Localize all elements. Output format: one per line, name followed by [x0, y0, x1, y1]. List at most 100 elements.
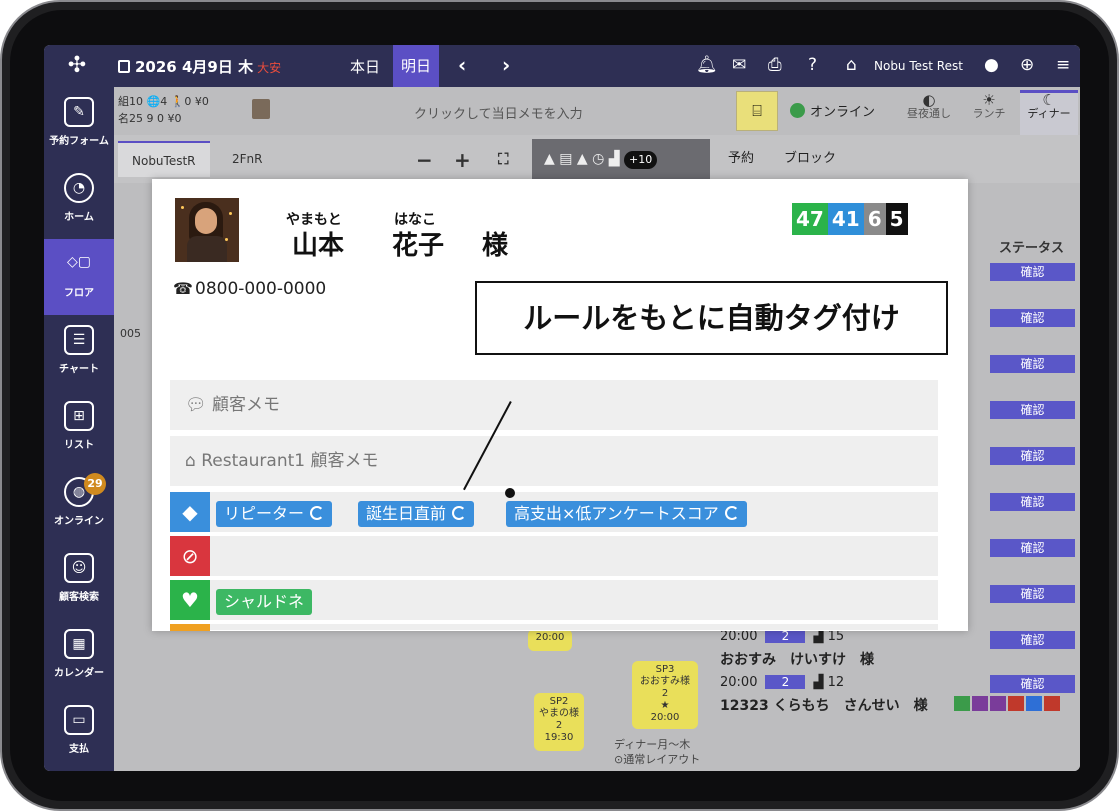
- edit-icon: ✎: [64, 97, 94, 127]
- tab-floor-2[interactable]: 2FnR: [218, 141, 276, 177]
- globe-icon: [790, 103, 805, 118]
- menu-icon[interactable]: ≡: [1056, 55, 1070, 75]
- photo-light: [181, 206, 184, 209]
- fit-screen-icon[interactable]: ⛶: [498, 150, 509, 168]
- confirm-badge[interactable]: 確認: [990, 401, 1075, 419]
- prev-day-button[interactable]: ‹: [458, 53, 466, 77]
- refresh-icon: [724, 506, 739, 520]
- globe-icon: [954, 696, 970, 711]
- guest-name[interactable]: おおすみ けいすけ 様: [720, 649, 874, 669]
- sidebar-item-payment[interactable]: ▭ 支払: [44, 695, 114, 771]
- confirm-badge[interactable]: 確認: [990, 631, 1075, 649]
- floor-table[interactable]: 20:00: [528, 629, 572, 651]
- floor-icon: ◇▢: [67, 254, 91, 270]
- tag-chip[interactable]: リピーター: [216, 501, 333, 527]
- guest-name[interactable]: 12323 くらもち さんせい 様: [720, 695, 928, 715]
- heart-icon: ♥: [170, 580, 210, 620]
- confirm-badge[interactable]: 確認: [990, 447, 1075, 465]
- presentation-icon[interactable]: ⌸: [736, 91, 778, 131]
- score-rank: 5: [885, 203, 908, 235]
- tab-reservation[interactable]: 予約: [728, 147, 754, 166]
- star-icon: ★: [660, 700, 670, 711]
- mode-dinner[interactable]: ☾ ディナー: [1020, 90, 1078, 135]
- people-count: 2: [765, 629, 806, 643]
- date-text: 2026 4月9日 木: [135, 58, 254, 76]
- print-icon[interactable]: ⎙: [768, 55, 782, 75]
- confirm-badge[interactable]: 確認: [990, 493, 1075, 511]
- sidebar-item-online[interactable]: ◍ オンライン 29: [44, 467, 114, 543]
- layout-name: ディナー月〜木: [614, 738, 691, 751]
- sidebar-item-customer-search[interactable]: ☺ 顧客検索: [44, 543, 114, 619]
- floor-table[interactable]: SP2 やまの様 2 19:30: [534, 693, 584, 751]
- confirm-badge[interactable]: 確認: [990, 309, 1075, 327]
- sidebar-item-reservation-form[interactable]: ✎ 予約フォーム: [44, 87, 114, 163]
- broken-heart-icon: ♥: [170, 624, 210, 631]
- tag-chip[interactable]: 誕生日直前: [358, 501, 475, 527]
- refresh-icon: [310, 506, 325, 520]
- confirm-badge[interactable]: 確認: [990, 539, 1075, 557]
- app-logo-icon[interactable]: ✣: [64, 54, 90, 78]
- mode-all-day[interactable]: ◐ 昼夜通し: [900, 93, 958, 121]
- tag-chip[interactable]: 高支出×低アンケートスコア: [506, 501, 747, 527]
- tags-row: ◆ リピーター 誕生日直前 高支出×低アンケートスコア: [170, 492, 938, 532]
- annotation-callout: ルールをもとに自動タグ付け: [475, 281, 948, 355]
- sidebar-item-floor[interactable]: ◇▢ フロア: [44, 239, 114, 315]
- tomorrow-button[interactable]: 明日: [393, 45, 439, 87]
- confirm-badge[interactable]: 確認: [990, 355, 1075, 373]
- mode-lunch[interactable]: ☀ ランチ: [960, 93, 1018, 121]
- account-icon[interactable]: ●: [984, 55, 999, 75]
- no-smoking-icon: [1008, 696, 1024, 711]
- confirm-badge[interactable]: 確認: [990, 585, 1075, 603]
- floor-tabs-bar: NobuTestR 2FnR − + ⛶ ▲ ▤ ▲ ◷ ▟ +10 予約 ブロ…: [114, 135, 1080, 183]
- sidebar-item-list[interactable]: ⊞ リスト: [44, 391, 114, 467]
- sidebar-item-chart[interactable]: ☰ チャート: [44, 315, 114, 391]
- calendar-icon: [118, 60, 130, 73]
- blacklist-row[interactable]: ⊘: [170, 536, 938, 576]
- today-button[interactable]: 本日: [350, 56, 380, 77]
- bell-icon[interactable]: 🔔︎: [696, 55, 718, 75]
- status-column-header: ステータス: [999, 241, 1065, 256]
- like-chip[interactable]: シャルドネ: [216, 589, 313, 615]
- memo-label: 顧客メモ: [212, 395, 280, 415]
- mail-icon: [990, 696, 1006, 711]
- last-name: 山本: [292, 231, 345, 261]
- table-time: 19:30: [544, 732, 574, 743]
- customer-card-icon: ☺: [64, 553, 94, 583]
- phone-icon: ☎: [173, 279, 193, 298]
- restaurant-memo-field[interactable]: ⌂ Restaurant1 顧客メモ: [170, 436, 938, 486]
- next-day-button[interactable]: ›: [502, 53, 510, 77]
- mode-label: ランチ: [972, 107, 1006, 120]
- tab-floor-1[interactable]: NobuTestR: [118, 141, 210, 177]
- zoom-in-button[interactable]: +: [454, 148, 471, 172]
- restaurant-name[interactable]: Nobu Test Rest: [874, 59, 963, 73]
- tag-label: 高支出×低アンケートスコア: [514, 504, 719, 523]
- zoom-out-button[interactable]: −: [416, 148, 433, 172]
- sidebar-label: 顧客検索: [59, 592, 99, 603]
- table-time: 20:00: [650, 712, 680, 723]
- sidebar-item-calendar[interactable]: ▦ カレンダー: [44, 619, 114, 695]
- confirm-badge[interactable]: 確認: [990, 675, 1075, 693]
- language-icon[interactable]: ⊕: [1020, 55, 1034, 75]
- online-count-badge: 29: [84, 473, 106, 495]
- table-text: 15: [827, 629, 845, 644]
- score-survey: 6: [863, 203, 886, 235]
- online-toggle[interactable]: オンライン: [790, 101, 875, 120]
- table-view-options[interactable]: ▲ ▤ ▲ ◷ ▟ +10: [532, 139, 710, 179]
- daily-memo-input[interactable]: クリックして当日メモを入力: [414, 103, 583, 122]
- floor-table[interactable]: SP3 おおすみ様 2 ★ 20:00: [632, 661, 698, 729]
- speech-bubble-icon: 💬︎: [185, 395, 212, 415]
- customer-photo: [175, 198, 239, 262]
- dislikes-row[interactable]: ♥: [170, 624, 938, 631]
- tab-block[interactable]: ブロック: [784, 147, 836, 166]
- phone-text: 0800-000-0000: [195, 279, 327, 299]
- phone-number[interactable]: ☎ 0800-000-0000: [173, 279, 326, 299]
- table-label: SP3: [655, 664, 675, 675]
- sidebar-item-home[interactable]: ◔ ホーム: [44, 163, 114, 239]
- mail-icon[interactable]: ✉: [732, 55, 746, 75]
- confirm-badge[interactable]: 確認: [990, 263, 1075, 281]
- date-display[interactable]: 2026 4月9日 木大安: [118, 56, 281, 77]
- likes-row: ♥ シャルドネ: [170, 580, 938, 620]
- help-icon[interactable]: ?: [808, 55, 817, 75]
- customer-memo-field[interactable]: 💬︎ 顧客メモ: [170, 380, 938, 430]
- summary-bar: 組10 🌐4 🚶0 ¥0 名25 9 0 ¥0 クリックして当日メモを入力 ⌸ …: [114, 87, 1080, 135]
